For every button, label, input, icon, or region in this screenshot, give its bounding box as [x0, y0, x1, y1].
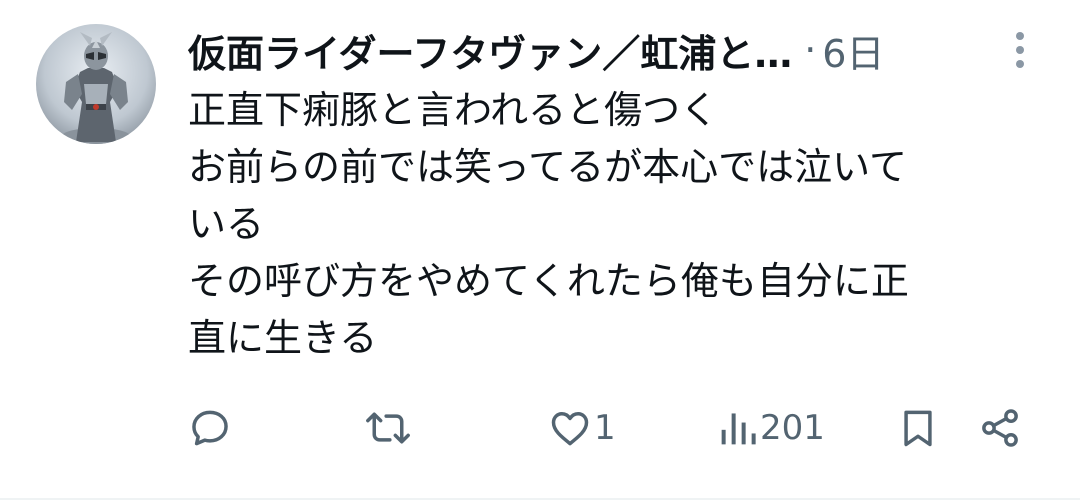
tweet-text-line: お前らの前では笑ってるが本心では泣いて — [188, 145, 907, 189]
tweet-text-line: 直に生きる — [188, 316, 378, 360]
tweet-header: 仮面ライダーフタヴァン／虹浦と… · 6日 — [188, 24, 1008, 76]
tweet-text-line: 正直下痢豚と言われると傷つく — [188, 88, 719, 132]
avatar[interactable] — [36, 24, 156, 144]
author-name[interactable]: 仮面ライダーフタヴァン／虹浦と… — [188, 23, 792, 78]
bookmark-icon — [904, 410, 932, 447]
retweet-button[interactable] — [364, 400, 412, 456]
heart-icon — [551, 411, 589, 446]
reply-icon — [192, 410, 228, 446]
share-icon — [982, 409, 1018, 447]
share-button[interactable] — [978, 400, 1022, 456]
reply-button[interactable] — [188, 400, 232, 456]
avatar-image — [62, 32, 130, 144]
tweet-card[interactable]: 仮面ライダーフタヴァン／虹浦と… · 6日 正直下痢豚と言われると傷つく お前ら… — [0, 0, 1080, 500]
tweet-text: 正直下痢豚と言われると傷つく お前らの前では笑ってるが本心では泣いて いる その… — [188, 82, 1018, 367]
views-count: 201 — [760, 408, 825, 448]
tweet-divider — [0, 498, 1080, 500]
header-separator: · — [804, 28, 817, 72]
views-button[interactable]: 201 — [718, 400, 825, 456]
tweet-text-line: いる — [188, 202, 265, 246]
like-button[interactable]: 1 — [548, 400, 616, 456]
like-count: 1 — [594, 408, 616, 448]
retweet-icon — [366, 412, 410, 444]
timestamp[interactable]: 6日 — [822, 23, 884, 78]
action-bar: 1 201 — [0, 400, 1080, 456]
views-icon — [721, 413, 756, 445]
more-options-icon[interactable] — [1006, 28, 1034, 72]
tweet-text-line: その呼び方をやめてくれたら俺も自分に正 — [188, 259, 909, 303]
bookmark-button[interactable] — [896, 400, 940, 456]
